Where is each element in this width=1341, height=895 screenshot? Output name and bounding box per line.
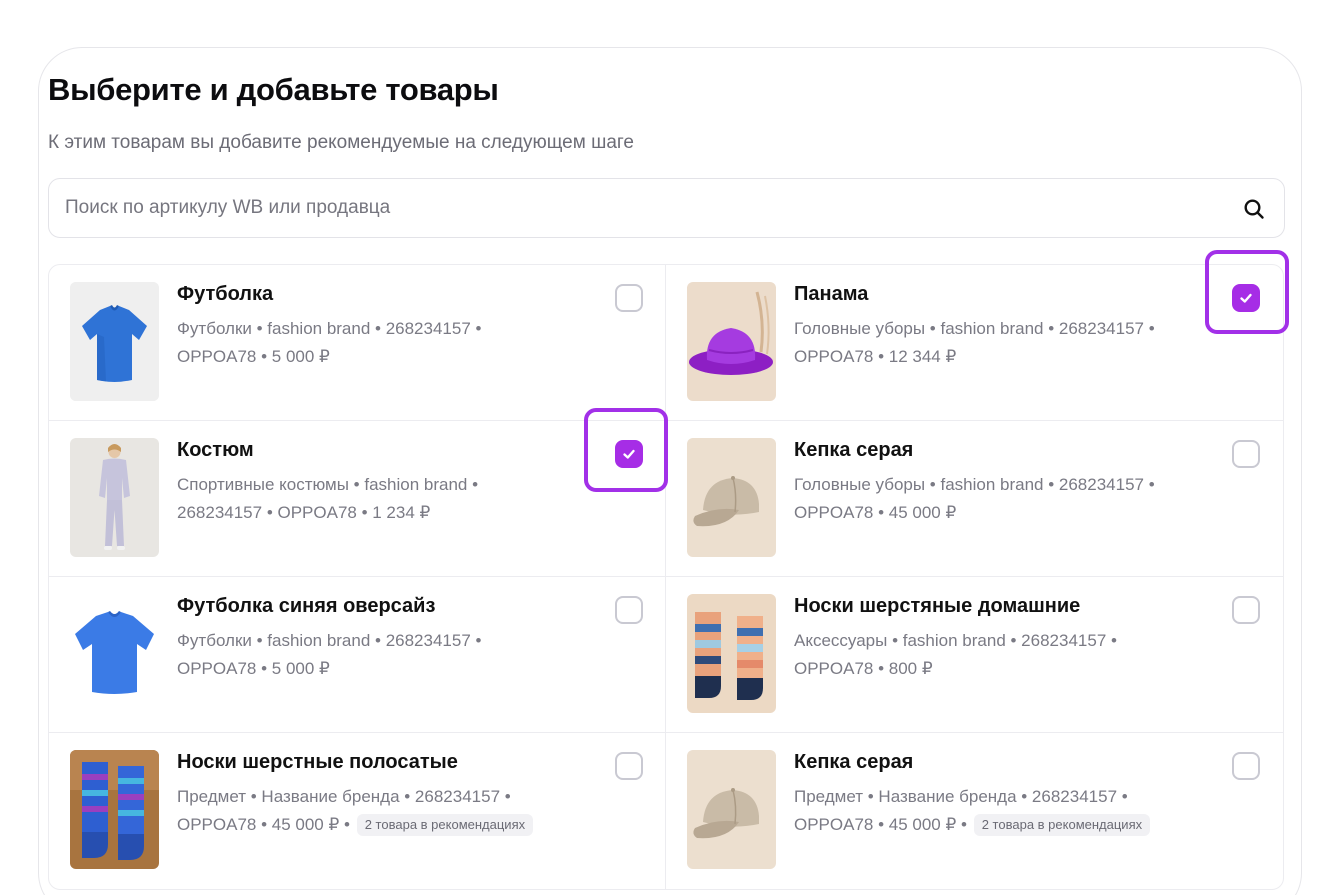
product-name: Кепка серая	[794, 439, 914, 461]
product-meta: Головные уборы • fashion brand • 2682341…	[794, 315, 1214, 371]
recommendations-badge: 2 товара в рекомендациях	[356, 814, 534, 836]
product-image-tracksuit	[70, 438, 159, 557]
search-box	[48, 178, 1285, 238]
product-meta-price: OPPOA78 • 45 000 ₽ •	[177, 815, 350, 834]
product-meta: Спортивные костюмы • fashion brand • 268…	[177, 471, 597, 527]
product-item[interactable]: Панама Головные уборы • fashion brand • …	[666, 265, 1283, 421]
checkmark-icon	[1240, 293, 1252, 303]
product-item[interactable]: Футболка синяя оверсайз Футболки • fashi…	[49, 577, 666, 733]
product-image-bucket-hat	[687, 282, 776, 401]
product-image-oversize-tshirt	[70, 594, 159, 713]
product-meta-line: OPPOA78 • 5 000 ₽	[177, 347, 330, 366]
product-item[interactable]: Носки шерстяные домашние Аксессуары • fa…	[666, 577, 1283, 733]
product-meta-line: Аксессуары • fashion brand • 268234157 •	[794, 631, 1117, 650]
product-name: Носки шерстные полосатые	[177, 751, 458, 773]
product-meta-line: Футболки • fashion brand • 268234157 •	[177, 319, 482, 338]
product-meta-line: 268234157 • OPPOA78 • 1 234 ₽	[177, 503, 431, 522]
product-meta-line: Предмет • Название бренда • 268234157 •	[794, 787, 1128, 806]
product-meta-line: OPPOA78 • 800 ₽	[794, 659, 933, 678]
product-checkbox[interactable]	[1232, 596, 1260, 624]
product-image-wool-socks	[687, 594, 776, 713]
product-name: Панама	[794, 283, 869, 305]
product-image-cap	[687, 438, 776, 557]
product-name: Носки шерстяные домашние	[794, 595, 1081, 617]
product-checkbox[interactable]	[615, 284, 643, 312]
product-meta-line: OPPOA78 • 45 000 ₽	[794, 503, 957, 522]
page-title: Выберите и добавьте товары	[48, 72, 499, 107]
product-item[interactable]: Костюм Спортивные костюмы • fashion bran…	[49, 421, 666, 577]
product-name: Костюм	[177, 439, 254, 461]
product-meta: Футболки • fashion brand • 268234157 • O…	[177, 627, 597, 683]
product-image-patterned-socks	[70, 750, 159, 869]
product-checkbox-checked[interactable]	[1232, 284, 1260, 312]
product-meta-line: OPPOA78 • 5 000 ₽	[177, 659, 330, 678]
product-meta-line: Предмет • Название бренда • 268234157 •	[177, 787, 511, 806]
product-name: Футболка синяя оверсайз	[177, 595, 436, 617]
product-item[interactable]: Кепка серая Предмет • Название бренда • …	[666, 733, 1283, 889]
checkmark-icon	[623, 449, 635, 459]
product-meta: Аксессуары • fashion brand • 268234157 •…	[794, 627, 1214, 683]
product-meta: Головные уборы • fashion brand • 2682341…	[794, 471, 1214, 527]
product-name: Кепка серая	[794, 751, 914, 773]
search-input[interactable]	[49, 179, 1284, 237]
product-image-tshirt	[70, 282, 159, 401]
recommendations-badge: 2 товара в рекомендациях	[973, 814, 1151, 836]
search-icon[interactable]	[1242, 197, 1266, 221]
product-checkbox[interactable]	[1232, 440, 1260, 468]
product-grid: Футболка Футболки • fashion brand • 2682…	[48, 264, 1284, 890]
product-checkbox-checked[interactable]	[615, 440, 643, 468]
product-meta-line: OPPOA78 • 45 000 ₽ • 2 товара в рекоменд…	[794, 811, 1214, 839]
product-checkbox[interactable]	[615, 596, 643, 624]
product-meta: Предмет • Название бренда • 268234157 • …	[177, 783, 597, 839]
product-meta-line: Головные уборы • fashion brand • 2682341…	[794, 319, 1155, 338]
product-meta: Футболки • fashion brand • 268234157 • O…	[177, 315, 597, 371]
product-meta-price: OPPOA78 • 45 000 ₽ •	[794, 815, 967, 834]
page-subtitle: К этим товарам вы добавите рекомендуемые…	[48, 132, 634, 153]
product-item[interactable]: Носки шерстные полосатые Предмет • Назва…	[49, 733, 666, 889]
product-meta-line: Головные уборы • fashion brand • 2682341…	[794, 475, 1155, 494]
product-meta-line: OPPOA78 • 12 344 ₽	[794, 347, 957, 366]
product-meta-line: OPPOA78 • 45 000 ₽ • 2 товара в рекоменд…	[177, 811, 597, 839]
product-checkbox[interactable]	[1232, 752, 1260, 780]
product-item[interactable]: Кепка серая Головные уборы • fashion bra…	[666, 421, 1283, 577]
product-item[interactable]: Футболка Футболки • fashion brand • 2682…	[49, 265, 666, 421]
product-name: Футболка	[177, 283, 274, 305]
product-checkbox[interactable]	[615, 752, 643, 780]
product-image-cap	[687, 750, 776, 869]
product-meta-line: Футболки • fashion brand • 268234157 •	[177, 631, 482, 650]
product-meta: Предмет • Название бренда • 268234157 • …	[794, 783, 1214, 839]
product-meta-line: Спортивные костюмы • fashion brand •	[177, 475, 479, 494]
